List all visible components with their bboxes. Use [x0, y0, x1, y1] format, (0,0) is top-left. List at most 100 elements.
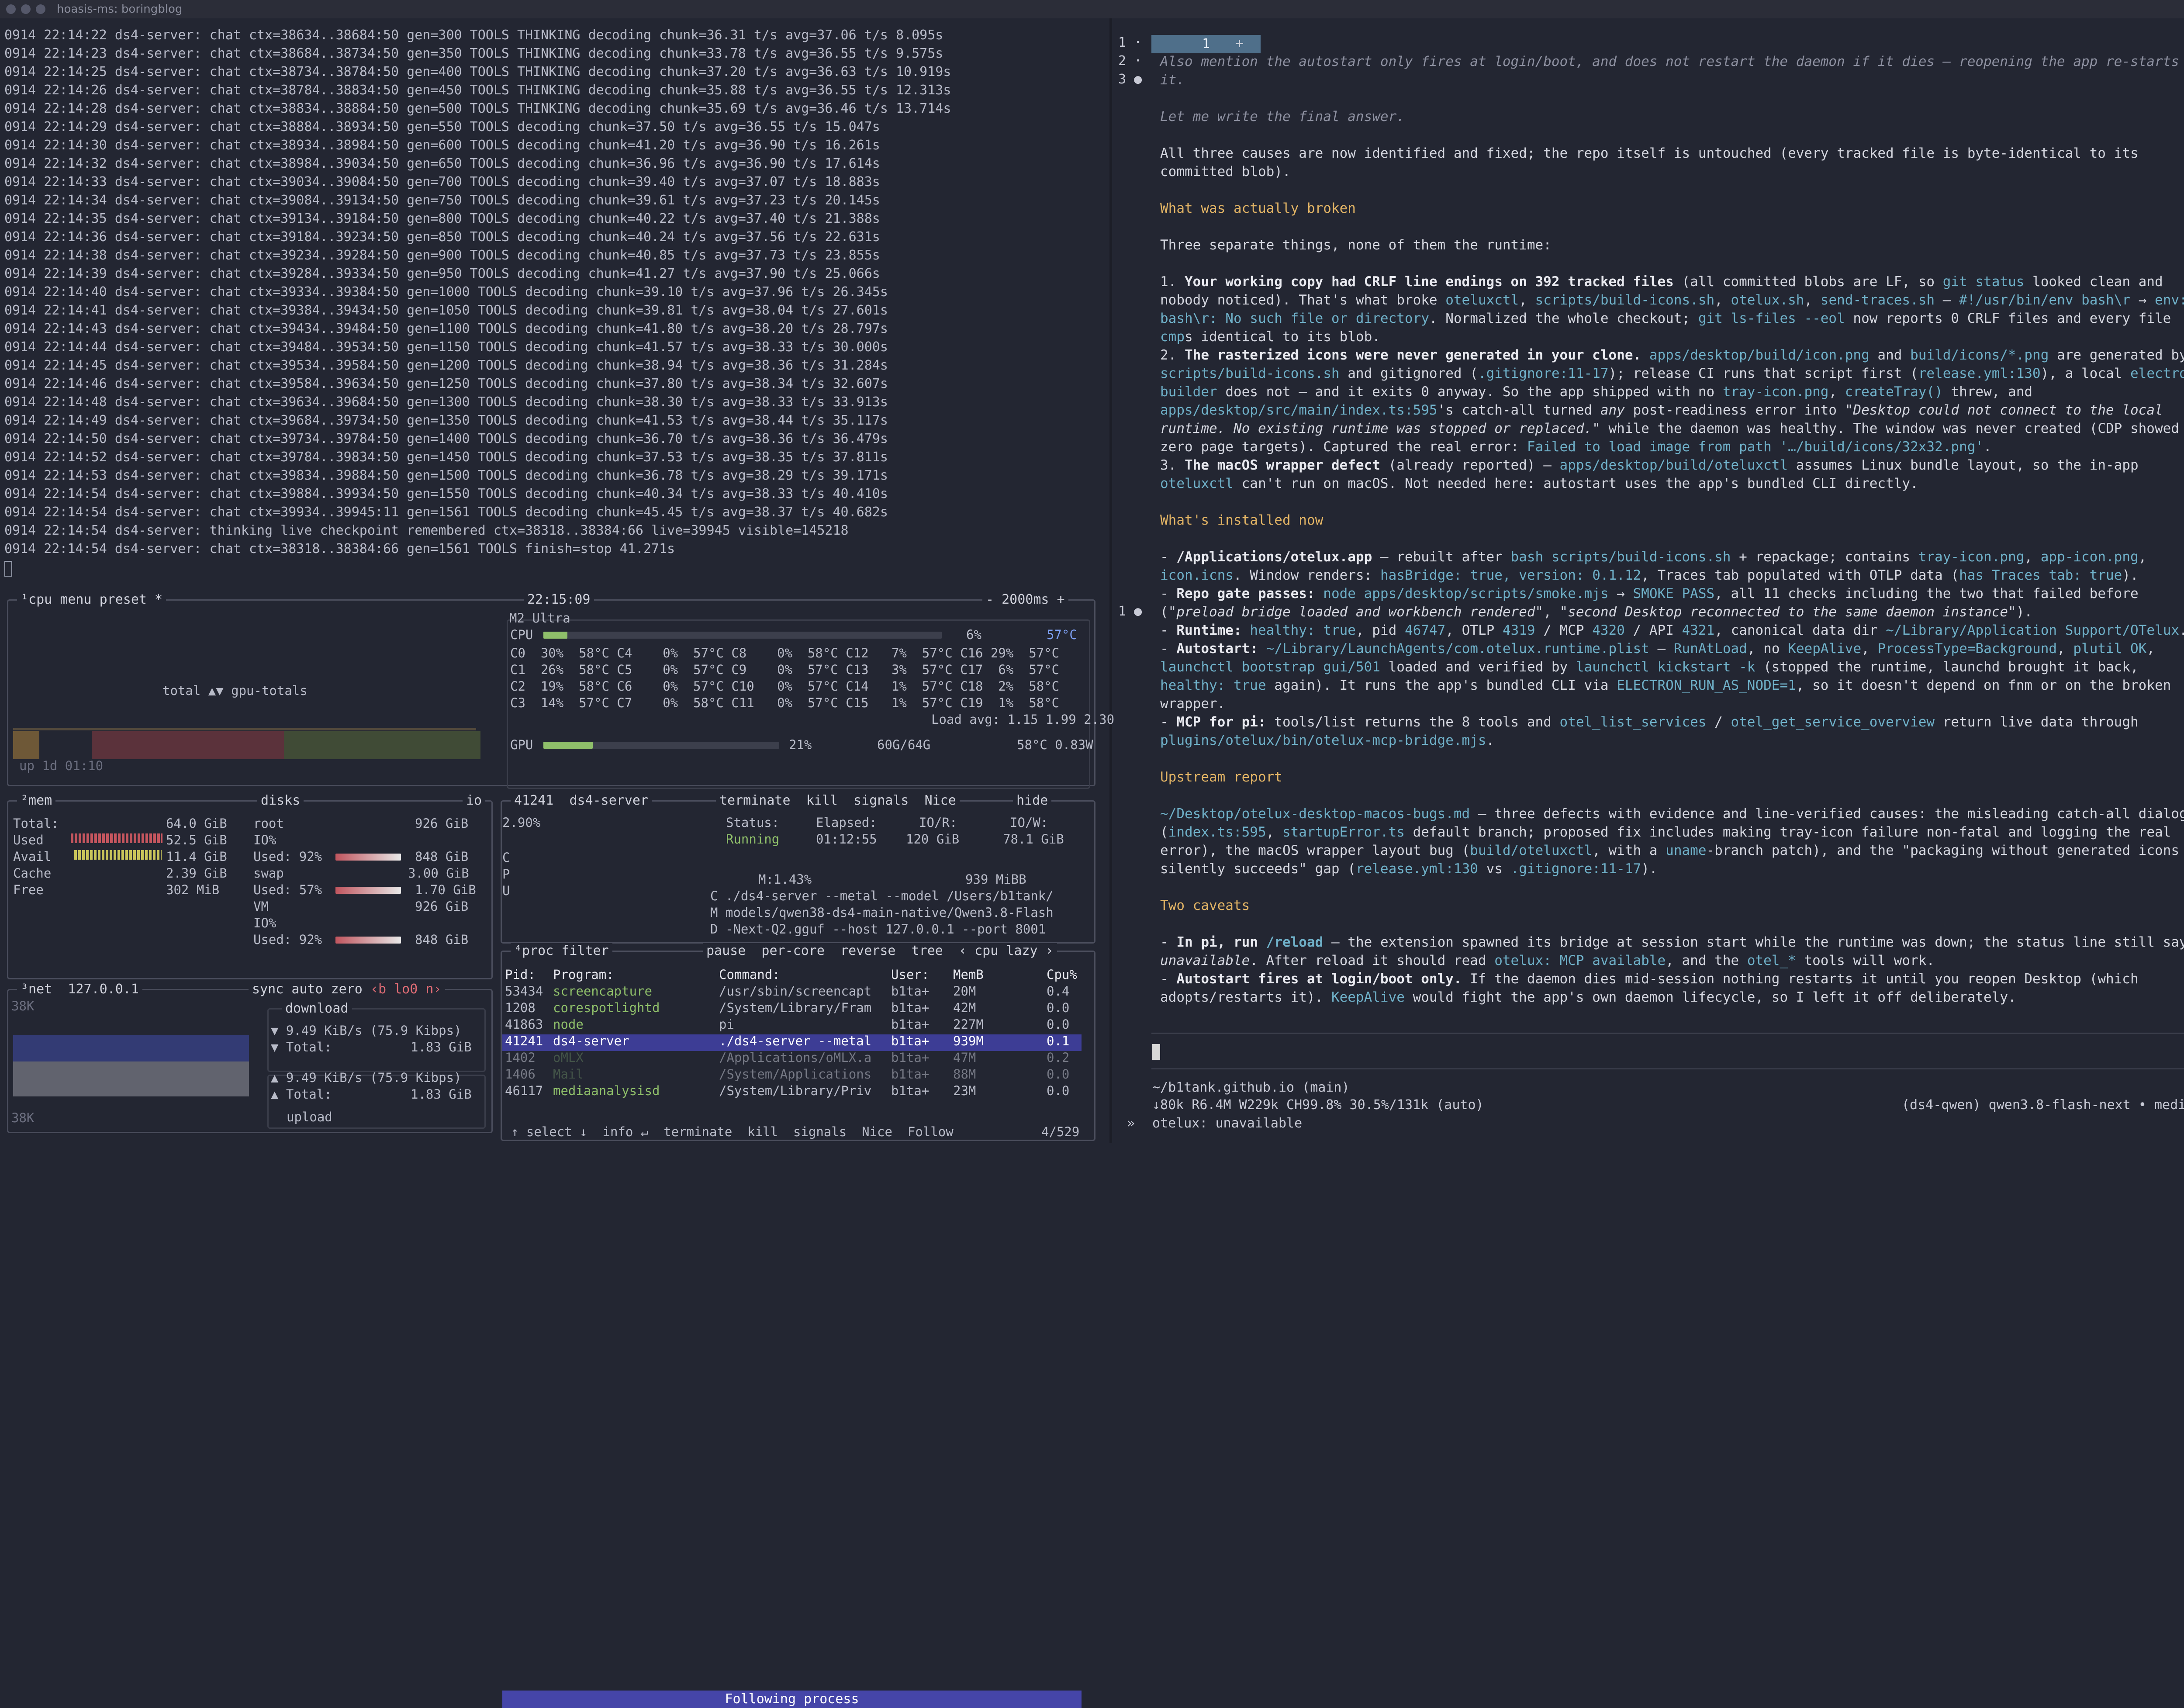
- proc-cell[interactable]: b1ta+: [891, 1049, 929, 1066]
- proc-cell[interactable]: 0.0: [1047, 1066, 1069, 1082]
- log-line: 0914 22:14:28 ds4-server: chat ctx=38834…: [4, 101, 951, 116]
- proc-cell[interactable]: 0.1: [1047, 1033, 1069, 1049]
- zoom-button[interactable]: [36, 4, 45, 14]
- line-number-2: 2 ·: [1118, 53, 1142, 69]
- proc-cell[interactable]: ./ds4-server --metal: [719, 1033, 871, 1049]
- proc-header[interactable]: Cpu%: [1047, 966, 1077, 983]
- proc-cell[interactable]: 0.0: [1047, 999, 1069, 1016]
- proc-header[interactable]: User:: [891, 966, 929, 983]
- detail-actions[interactable]: terminate kill signals Nice: [716, 793, 960, 808]
- command-line: M models/qwen38-ds4-main-native/Qwen3.8-…: [710, 905, 1054, 920]
- proc-cell[interactable]: screencapture: [553, 983, 652, 999]
- proc-cell[interactable]: /System/Library/Priv: [719, 1082, 871, 1099]
- proc-cell[interactable]: 1406: [505, 1066, 536, 1082]
- broken-item-2: 2. The rasterized icons were never gener…: [1160, 347, 2184, 455]
- model-indicator[interactable]: (ds4-qwen) qwen3.8-flash-next • medium: [1902, 1096, 2184, 1114]
- cpu-box-title[interactable]: ¹cpu menu preset *: [17, 592, 166, 607]
- proc-cell[interactable]: b1ta+: [891, 999, 929, 1016]
- gpu-temp-power: 58°C 0.83W: [1017, 737, 1093, 752]
- disk-swap-bar: [335, 887, 401, 894]
- proc-cell[interactable]: oMLX: [553, 1049, 584, 1066]
- gpu-pct: 21%: [789, 737, 812, 752]
- mem-box-title[interactable]: ²mem: [17, 793, 56, 808]
- proc-cell[interactable]: /System/Applications: [719, 1066, 871, 1082]
- server-log-pane[interactable]: 0914 22:14:22 ds4-server: chat ctx=38634…: [0, 26, 1118, 585]
- proc-cell[interactable]: 23M: [953, 1082, 976, 1099]
- proc-cell[interactable]: 20M: [953, 983, 976, 999]
- detail-cpu-pct: 2.90%: [502, 815, 541, 830]
- detail-title: 41241 ds4-server: [511, 793, 652, 808]
- proc-cell[interactable]: b1ta+: [891, 1066, 929, 1082]
- close-button[interactable]: [6, 4, 16, 14]
- proc-cell[interactable]: b1ta+: [891, 983, 929, 999]
- broken-item-3: 3. The macOS wrapper defect (already rep…: [1160, 457, 2139, 491]
- cpu-graph-label[interactable]: total ▲▼ gpu-totals: [162, 682, 308, 699]
- proc-cell[interactable]: 1208: [505, 999, 536, 1016]
- proc-cell[interactable]: 939M: [953, 1033, 984, 1049]
- proc-cell[interactable]: 53434: [505, 983, 543, 999]
- disk-swap: swap: [253, 866, 284, 881]
- log-line: 0914 22:14:36 ds4-server: chat ctx=39184…: [4, 229, 880, 245]
- mem-row-value: 302 MiB: [166, 882, 220, 897]
- proc-cell[interactable]: 46117: [505, 1082, 543, 1099]
- net-graph: [13, 1035, 249, 1096]
- btop-monitor[interactable]: ¹cpu menu preset * 22:15:09 - 2000ms + M…: [0, 585, 1114, 1708]
- proc-cell[interactable]: 227M: [953, 1016, 984, 1033]
- proc-cell[interactable]: 41863: [505, 1016, 543, 1033]
- proc-cell[interactable]: Mail: [553, 1066, 584, 1082]
- following-process-bar: Following process: [502, 1691, 1082, 1708]
- proc-cell[interactable]: 0.2: [1047, 1049, 1069, 1066]
- disk-root-used: Used: 92%: [253, 849, 322, 864]
- proc-header[interactable]: MemB: [953, 966, 984, 983]
- caveat-1: - In pi, run /reload — the extension spa…: [1160, 934, 2184, 968]
- cpu-graph: [13, 728, 480, 759]
- broken-intro: Three separate things, none of them the …: [1160, 237, 1552, 253]
- clock: 22:15:09: [524, 592, 594, 607]
- proc-cell[interactable]: pi: [719, 1016, 734, 1033]
- pane-divider[interactable]: [1109, 18, 1112, 1143]
- proc-cell[interactable]: 0.4: [1047, 983, 1069, 999]
- tab-1[interactable]: 1: [1151, 35, 1261, 53]
- input-bottom-rule: [1151, 1068, 2184, 1069]
- log-line: 0914 22:14:54 ds4-server: chat ctx=39934…: [4, 505, 888, 520]
- detail-hide[interactable]: hide: [1013, 793, 1052, 808]
- proc-footer[interactable]: ↑ select ↓ info ↵ terminate kill signals…: [511, 1124, 954, 1140]
- log-line: 0914 22:14:54 ds4-server: chat ctx=39884…: [4, 486, 888, 501]
- proc-header[interactable]: Program:: [553, 966, 614, 983]
- new-tab-button[interactable]: +: [1235, 35, 1244, 52]
- input-cursor[interactable]: [1152, 1044, 1160, 1060]
- minimize-button[interactable]: [21, 4, 31, 14]
- disks-box-title[interactable]: disks: [257, 793, 304, 808]
- proc-cell[interactable]: /usr/sbin/screencapt: [719, 983, 871, 999]
- disk-vm-used-val: 848 GiB: [415, 932, 469, 947]
- proc-cell[interactable]: b1ta+: [891, 1016, 929, 1033]
- cpu-total-bar: [543, 632, 567, 639]
- window-titlebar: hoasis-ms: boringblog: [0, 0, 2184, 18]
- update-interval[interactable]: - 2000ms +: [982, 592, 1068, 607]
- proc-cell[interactable]: b1ta+: [891, 1082, 929, 1099]
- io-toggle[interactable]: io: [463, 793, 486, 808]
- proc-cell[interactable]: /Applications/oMLX.a: [719, 1049, 871, 1066]
- process-status: Running: [726, 832, 780, 847]
- proc-header[interactable]: Pid:: [505, 966, 536, 983]
- disk-vm-size: 926 GiB: [415, 899, 469, 914]
- proc-cell[interactable]: b1ta+: [891, 1033, 929, 1049]
- proc-cell[interactable]: 1402: [505, 1049, 536, 1066]
- proc-cell[interactable]: ds4-server: [553, 1033, 629, 1049]
- proc-cell[interactable]: 41241: [505, 1033, 543, 1049]
- disk-swap-size: 3.00 GiB: [408, 866, 469, 881]
- proc-cell[interactable]: node: [553, 1016, 584, 1033]
- proc-cell[interactable]: 47M: [953, 1049, 976, 1066]
- proc-header[interactable]: Command:: [719, 966, 780, 983]
- proc-cell[interactable]: 42M: [953, 999, 976, 1016]
- proc-cell[interactable]: /System/Library/Fram: [719, 999, 871, 1016]
- log-line: 0914 22:14:54 ds4-server: chat ctx=38318…: [4, 541, 675, 557]
- proc-cell[interactable]: mediaanalysisd: [553, 1082, 660, 1099]
- proc-cell[interactable]: corespotlightd: [553, 999, 660, 1016]
- net-controls[interactable]: sync auto zero ‹b lo0 n›: [249, 982, 445, 997]
- proc-title[interactable]: ⁴proc filter: [511, 943, 612, 958]
- proc-cell[interactable]: 0.0: [1047, 1016, 1069, 1033]
- proc-cell[interactable]: 0.0: [1047, 1082, 1069, 1099]
- proc-cell[interactable]: 88M: [953, 1066, 976, 1082]
- proc-tabs[interactable]: pause per-core reverse tree ‹ cpu lazy ›: [703, 943, 1057, 958]
